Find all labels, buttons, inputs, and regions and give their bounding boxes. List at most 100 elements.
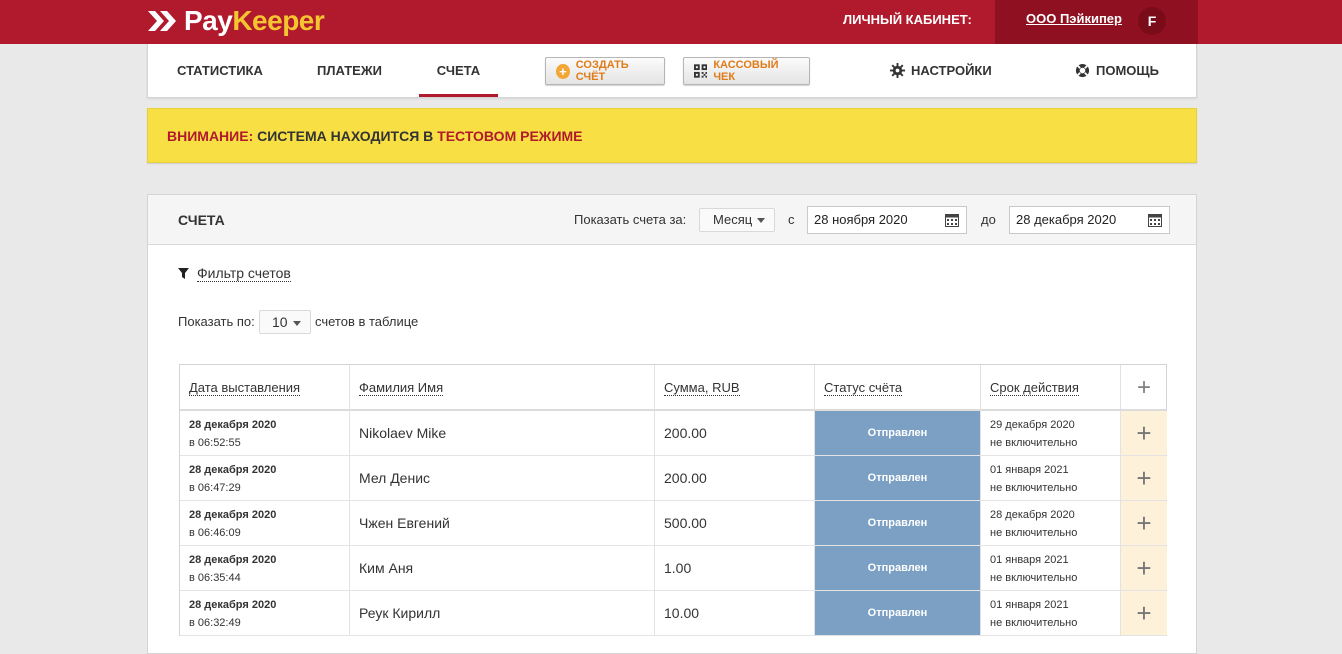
cell-amount: 500.00 — [655, 501, 815, 545]
warning-text: ВНИМАНИЕ: СИСТЕМА НАХОДИТСЯ В ТЕСТОВОМ Р… — [167, 109, 583, 163]
invoice-date: 28 декабря 2020 — [189, 554, 277, 566]
calendar-icon[interactable] — [1148, 213, 1162, 227]
status-badge: Отправлен — [815, 546, 981, 590]
row-expand-button[interactable]: + — [1121, 501, 1167, 545]
tab-invoices[interactable]: СЧЕТА — [419, 44, 498, 97]
cell-name: Чжен Евгений — [350, 501, 655, 545]
column-header-amount[interactable]: Сумма, RUB — [655, 365, 815, 409]
invoice-date: 28 декабря 2020 — [189, 464, 277, 476]
cell-date: 28 декабря 2020 в 06:35:44 — [180, 546, 350, 590]
create-invoice-button[interactable]: + СОЗДАТЬ СЧЁТ — [545, 57, 665, 85]
from-label: с — [788, 212, 795, 227]
cell-expiry: 01 января 2021 не включительно — [981, 546, 1121, 590]
row-expand-button[interactable]: + — [1121, 591, 1167, 635]
date-from-input[interactable]: 28 ноября 2020 — [807, 206, 967, 234]
invoice-filter-toggle[interactable]: Фильтр счетов — [178, 265, 291, 282]
column-header-expiry[interactable]: Срок действия — [981, 365, 1121, 409]
expiry-note: не включительно — [990, 482, 1078, 494]
per-page-value: 10 — [272, 314, 288, 330]
paykeeper-logo[interactable]: PayKeeper — [148, 5, 325, 36]
plus-icon: + — [1136, 418, 1152, 448]
filter-label: Фильтр счетов — [197, 265, 291, 282]
cell-amount: 200.00 — [655, 456, 815, 500]
to-label: до — [981, 212, 996, 227]
cell-amount: 1.00 — [655, 546, 815, 590]
tab-settings[interactable]: НАСТРОЙКИ — [890, 44, 992, 97]
period-select[interactable]: Месяц — [699, 208, 775, 232]
period-value: Месяц — [713, 212, 753, 227]
gear-icon — [890, 63, 905, 78]
panel-header: СЧЕТА Показать счета за: Месяц с 28 нояб… — [148, 195, 1196, 245]
status-badge: Отправлен — [815, 501, 981, 545]
logo-text: PayKeeper — [184, 5, 325, 36]
invoice-time: в 06:52:55 — [189, 437, 241, 449]
expiry-date: 01 января 2021 — [990, 599, 1069, 611]
plus-icon: + — [1136, 598, 1152, 628]
table-row[interactable]: 28 декабря 2020 в 06:35:44 Ким Аня 1.00 Отпр… — [180, 546, 1167, 591]
invoice-time: в 06:46:09 — [189, 527, 241, 539]
expiry-note: не включительно — [990, 572, 1078, 584]
tab-payments[interactable]: ПЛАТЕЖИ — [317, 44, 382, 97]
warning-mode: ТЕСТОВОМ РЕЖИМЕ — [437, 128, 583, 144]
cell-date: 28 декабря 2020 в 06:52:55 — [180, 411, 350, 455]
add-column-button[interactable]: + — [1121, 365, 1167, 409]
double-chevron-logo-icon — [148, 11, 176, 31]
date-to-value: 28 декабря 2020 — [1016, 212, 1117, 227]
status-badge: Отправлен — [815, 411, 981, 455]
invoice-date: 28 декабря 2020 — [189, 509, 277, 521]
qr-code-icon — [694, 64, 708, 78]
expiry-date: 01 января 2021 — [990, 554, 1069, 566]
per-page-suffix: счетов в таблице — [315, 314, 419, 329]
per-page-label: Показать по: — [178, 314, 255, 329]
top-bar: PayKeeper ЛИЧНЫЙ КАБИНЕТ: ООО Пэйкипер F — [0, 0, 1342, 44]
cell-amount: 10.00 — [655, 591, 815, 635]
table-row[interactable]: 28 декабря 2020 в 06:47:29 Мел Денис 200.00… — [180, 456, 1167, 501]
cell-date: 28 декабря 2020 в 06:32:49 — [180, 591, 350, 635]
cell-name: Nikolaev Mike — [350, 411, 655, 455]
tab-statistics[interactable]: СТАТИСТИКА — [177, 44, 263, 97]
chevron-down-icon — [757, 218, 766, 224]
invoices-panel: СЧЕТА Показать счета за: Месяц с 28 нояб… — [147, 194, 1197, 654]
status-badge: Отправлен — [815, 591, 981, 635]
row-expand-button[interactable]: + — [1121, 546, 1167, 590]
table-row[interactable]: 28 декабря 2020 в 06:52:55 Nikolaev Mike 20… — [180, 411, 1167, 456]
invoices-table: Дата выставления Фамилия Имя Сумма, RUB … — [179, 364, 1167, 636]
column-header-status[interactable]: Статус счёта — [815, 365, 981, 409]
org-name-link[interactable]: ООО Пэйкипер — [1026, 0, 1122, 38]
expiry-note: не включительно — [990, 617, 1078, 629]
expiry-note: не включительно — [990, 527, 1078, 539]
cell-name: Ким Аня — [350, 546, 655, 590]
cell-name: Мел Денис — [350, 456, 655, 500]
invoice-time: в 06:47:29 — [189, 482, 241, 494]
row-expand-button[interactable]: + — [1121, 456, 1167, 500]
avatar[interactable]: F — [1138, 7, 1166, 35]
column-header-date[interactable]: Дата выставления — [180, 365, 350, 409]
status-badge: Отправлен — [815, 456, 981, 500]
cell-expiry: 01 января 2021 не включительно — [981, 456, 1121, 500]
create-invoice-label: СОЗДАТЬ СЧЁТ — [575, 59, 629, 83]
invoice-date: 28 декабря 2020 — [189, 599, 277, 611]
invoice-date: 28 декабря 2020 — [189, 419, 277, 431]
warning-middle: СИСТЕМА НАХОДИТСЯ В — [253, 128, 438, 144]
row-expand-button[interactable]: + — [1121, 411, 1167, 455]
settings-label: НАСТРОЙКИ — [911, 63, 992, 78]
plus-circle-icon: + — [556, 63, 570, 79]
table-body: 28 декабря 2020 в 06:52:55 Nikolaev Mike 20… — [180, 411, 1167, 636]
invoice-time: в 06:32:49 — [189, 617, 241, 629]
per-page-select[interactable]: 10 — [259, 310, 311, 334]
org-account[interactable]: ООО Пэйкипер F — [995, 0, 1198, 44]
help-label: ПОМОЩЬ — [1096, 63, 1159, 78]
date-to-input[interactable]: 28 декабря 2020 — [1009, 206, 1170, 234]
column-header-name[interactable]: Фамилия Имя — [350, 365, 655, 409]
table-row[interactable]: 28 декабря 2020 в 06:46:09 Чжен Евгений 500… — [180, 501, 1167, 546]
lifebuoy-icon — [1075, 63, 1090, 78]
cash-receipt-label: КАССОВЫЙ ЧЕК — [713, 59, 779, 83]
cabinet-label: ЛИЧНЫЙ КАБИНЕТ: — [843, 12, 972, 27]
expiry-note: не включительно — [990, 437, 1078, 449]
table-row[interactable]: 28 декабря 2020 в 06:32:49 Реук Кирилл 10.0… — [180, 591, 1167, 636]
cell-date: 28 декабря 2020 в 06:47:29 — [180, 456, 350, 500]
tab-help[interactable]: ПОМОЩЬ — [1075, 44, 1159, 97]
cash-receipt-button[interactable]: КАССОВЫЙ ЧЕК — [683, 57, 810, 85]
calendar-icon[interactable] — [945, 213, 959, 227]
cell-date: 28 декабря 2020 в 06:46:09 — [180, 501, 350, 545]
